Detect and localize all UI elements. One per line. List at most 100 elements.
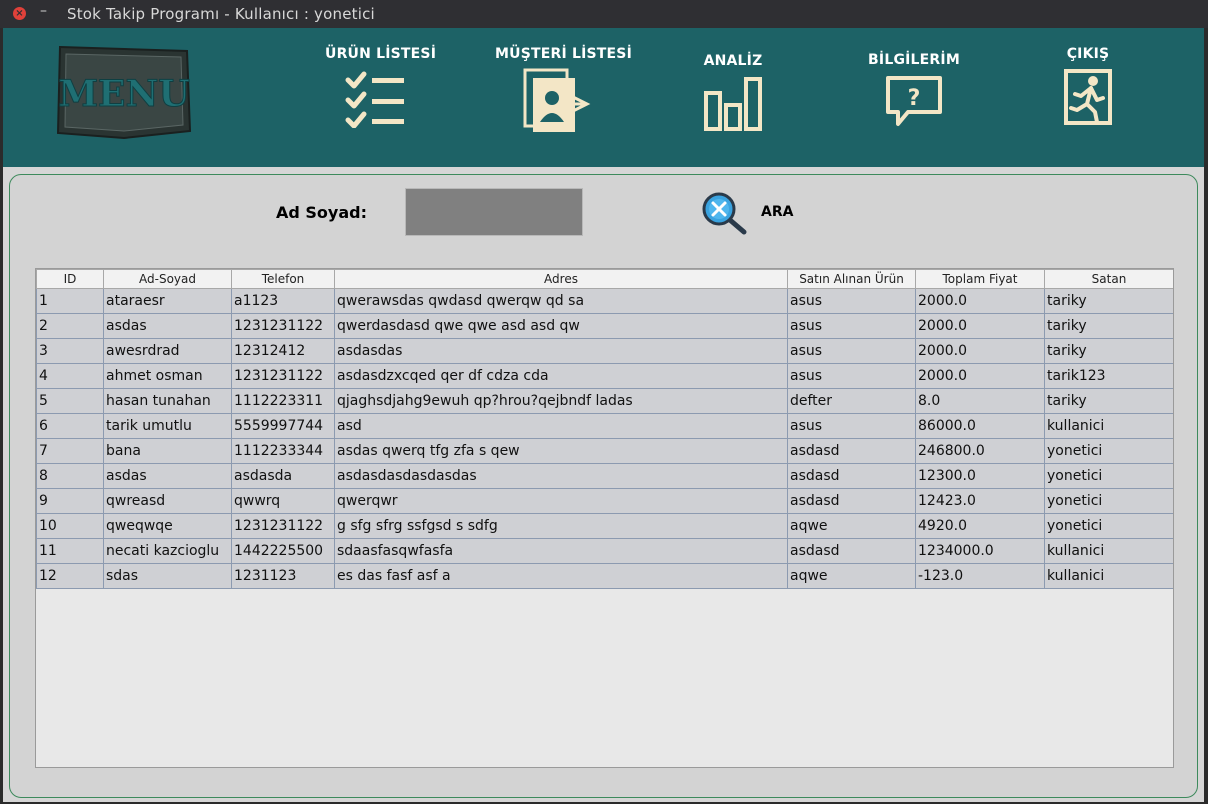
cell-satan[interactable]: tariky	[1044, 288, 1173, 314]
cell-urun[interactable]: asdasd	[787, 488, 916, 514]
cell-adres[interactable]: sdaasfasqwfasfa	[334, 538, 788, 564]
cell-adres[interactable]: qwerawsdas qwdasd qwerqw qd sa	[334, 288, 788, 314]
cell-urun[interactable]: asus	[787, 363, 916, 389]
cell-telefon[interactable]: 1112233344	[231, 438, 335, 464]
cell-urun[interactable]: asdasd	[787, 438, 916, 464]
cell-toplam-fiyat[interactable]: 1234000.0	[915, 538, 1045, 564]
cell-ad-soyad[interactable]: qweqwqe	[103, 513, 232, 539]
column-header-telefon[interactable]: Telefon	[231, 269, 335, 289]
cell-adres[interactable]: qwerqwr	[334, 488, 788, 514]
search-button[interactable]: ARA	[761, 204, 793, 220]
cell-ad-soyad[interactable]: bana	[103, 438, 232, 464]
cell-telefon[interactable]: a1123	[231, 288, 335, 314]
cell-telefon[interactable]: 1112223311	[231, 388, 335, 414]
table-row[interactable]: 4 ahmet osman 1231231122 asdasdzxcqed qer d…	[36, 363, 1173, 389]
column-header-satan[interactable]: Satan	[1044, 269, 1173, 289]
search-icon[interactable]	[700, 191, 748, 235]
cell-id[interactable]: 2	[36, 313, 104, 339]
cell-id[interactable]: 5	[36, 388, 104, 414]
cell-satan[interactable]: yonetici	[1044, 513, 1173, 539]
cell-satan[interactable]: tariky	[1044, 338, 1173, 364]
cell-ad-soyad[interactable]: tarik umutlu	[103, 413, 232, 439]
cell-telefon[interactable]: 12312412	[231, 338, 335, 364]
cell-adres[interactable]: asdas qwerq tfg zfa s qew	[334, 438, 788, 464]
table-row[interactable]: 10 qweqwqe 1231231122 g sfg sfrg ssfgsd s s…	[36, 513, 1173, 539]
cell-id[interactable]: 9	[36, 488, 104, 514]
cell-id[interactable]: 11	[36, 538, 104, 564]
cell-ad-soyad[interactable]: ahmet osman	[103, 363, 232, 389]
cell-urun[interactable]: asus	[787, 413, 916, 439]
column-header-urun[interactable]: Satın Alınan Ürün	[787, 269, 916, 289]
cell-toplam-fiyat[interactable]: -123.0	[915, 563, 1045, 589]
cell-id[interactable]: 10	[36, 513, 104, 539]
minimize-window-button[interactable]: –	[40, 3, 47, 19]
cell-urun[interactable]: asdasd	[787, 538, 916, 564]
column-header-ad-soyad[interactable]: Ad-Soyad	[103, 269, 232, 289]
column-header-adres[interactable]: Adres	[334, 269, 788, 289]
nav-musteri-listesi[interactable]: MÜŞTERİ LİSTESİ	[495, 46, 632, 134]
column-header-id[interactable]: ID	[36, 269, 104, 289]
cell-urun[interactable]: defter	[787, 388, 916, 414]
cell-adres[interactable]: asdasdzxcqed qer df cdza cda	[334, 363, 788, 389]
cell-toplam-fiyat[interactable]: 2000.0	[915, 363, 1045, 389]
cell-toplam-fiyat[interactable]: 86000.0	[915, 413, 1045, 439]
table-row[interactable]: 5 hasan tunahan 1112223311 qjaghsdjahg9ewuh…	[36, 388, 1173, 414]
cell-ad-soyad[interactable]: necati kazcioglu	[103, 538, 232, 564]
cell-adres[interactable]: g sfg sfrg ssfgsd s sdfg	[334, 513, 788, 539]
cell-ad-soyad[interactable]: asdas	[103, 463, 232, 489]
cell-telefon[interactable]: asdasda	[231, 463, 335, 489]
cell-telefon[interactable]: 1231231122	[231, 363, 335, 389]
cell-ad-soyad[interactable]: sdas	[103, 563, 232, 589]
close-window-button[interactable]: ×	[13, 7, 26, 20]
cell-urun[interactable]: asus	[787, 338, 916, 364]
cell-id[interactable]: 8	[36, 463, 104, 489]
cell-id[interactable]: 1	[36, 288, 104, 314]
nav-bilgilerim[interactable]: BİLGİLERİM ?	[865, 52, 963, 128]
cell-ad-soyad[interactable]: qwreasd	[103, 488, 232, 514]
cell-telefon[interactable]: 5559997744	[231, 413, 335, 439]
cell-toplam-fiyat[interactable]: 2000.0	[915, 338, 1045, 364]
cell-toplam-fiyat[interactable]: 2000.0	[915, 288, 1045, 314]
cell-satan[interactable]: yonetici	[1044, 438, 1173, 464]
cell-ad-soyad[interactable]: asdas	[103, 313, 232, 339]
cell-adres[interactable]: qjaghsdjahg9ewuh qp?hrou?qejbndf ladas	[334, 388, 788, 414]
cell-toplam-fiyat[interactable]: 12300.0	[915, 463, 1045, 489]
cell-id[interactable]: 12	[36, 563, 104, 589]
cell-toplam-fiyat[interactable]: 4920.0	[915, 513, 1045, 539]
cell-satan[interactable]: tariky	[1044, 388, 1173, 414]
table-row[interactable]: 7 bana 1112233344 asdas qwerq tfg zfa s qew…	[36, 438, 1173, 464]
nav-cikis[interactable]: ÇIKIŞ	[1058, 46, 1118, 126]
cell-satan[interactable]: yonetici	[1044, 488, 1173, 514]
table-row[interactable]: 11 necati kazcioglu 1442225500 sdaasfasqwfa…	[36, 538, 1173, 564]
cell-adres[interactable]: asd	[334, 413, 788, 439]
cell-adres[interactable]: asdasdasdasdasdas	[334, 463, 788, 489]
cell-satan[interactable]: tariky	[1044, 313, 1173, 339]
cell-satan[interactable]: kullanici	[1044, 563, 1173, 589]
cell-urun[interactable]: asus	[787, 288, 916, 314]
cell-satan[interactable]: kullanici	[1044, 538, 1173, 564]
nav-urun-listesi[interactable]: ÜRÜN LİSTESİ	[325, 46, 436, 128]
table-row[interactable]: 3 awesrdrad 12312412 asdasdas asus 2000.0 tari…	[36, 338, 1173, 364]
search-input[interactable]	[405, 188, 583, 236]
cell-telefon[interactable]: 1231231122	[231, 513, 335, 539]
cell-id[interactable]: 6	[36, 413, 104, 439]
cell-ad-soyad[interactable]: hasan tunahan	[103, 388, 232, 414]
cell-satan[interactable]: yonetici	[1044, 463, 1173, 489]
cell-satan[interactable]: kullanici	[1044, 413, 1173, 439]
cell-ad-soyad[interactable]: ataraesr	[103, 288, 232, 314]
cell-id[interactable]: 3	[36, 338, 104, 364]
cell-urun[interactable]: aqwe	[787, 563, 916, 589]
table-row[interactable]: 8 asdas asdasda asdasdasdasdasdas asdasd 1230…	[36, 463, 1173, 489]
cell-adres[interactable]: asdasdas	[334, 338, 788, 364]
cell-adres[interactable]: es das fasf asf a	[334, 563, 788, 589]
cell-urun[interactable]: aqwe	[787, 513, 916, 539]
table-row[interactable]: 9 qwreasd qwwrq qwerqwr asdasd 12423.0 yonetic…	[36, 488, 1173, 514]
cell-telefon[interactable]: 1231231122	[231, 313, 335, 339]
cell-toplam-fiyat[interactable]: 12423.0	[915, 488, 1045, 514]
cell-satan[interactable]: tarik123	[1044, 363, 1173, 389]
cell-telefon[interactable]: qwwrq	[231, 488, 335, 514]
cell-toplam-fiyat[interactable]: 246800.0	[915, 438, 1045, 464]
nav-analiz[interactable]: ANALİZ	[693, 53, 773, 131]
cell-id[interactable]: 4	[36, 363, 104, 389]
column-header-toplam-fiyat[interactable]: Toplam Fiyat	[915, 269, 1045, 289]
